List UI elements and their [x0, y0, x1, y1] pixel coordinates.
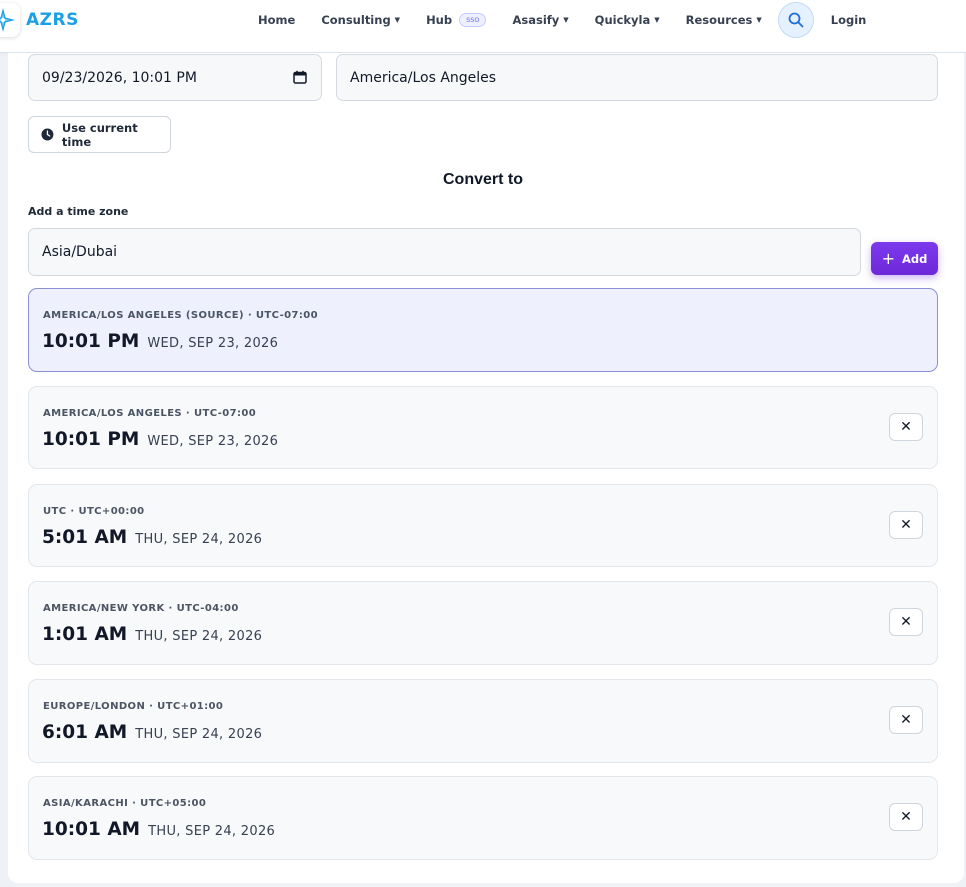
nav-item-label: Hub — [426, 13, 453, 27]
add-timezone-button[interactable]: + Add — [871, 242, 938, 275]
nav-item-consulting[interactable]: Consulting ▼ — [321, 13, 400, 27]
zone-card: AMERICA/NEW YORK · UTC-04:00 1:01 AM THU… — [28, 581, 938, 665]
zone-card: AMERICA/LOS ANGELES · UTC-07:00 10:01 PM… — [28, 386, 938, 469]
zone-meta: EUROPE/LONDON · UTC+01:00 — [43, 701, 224, 712]
plus-icon: + — [881, 249, 896, 268]
nav-item-label: Asasify — [512, 13, 560, 27]
add-timezone-value: Asia/Dubai — [42, 244, 118, 260]
nav-item-home[interactable]: Home — [258, 13, 295, 27]
compass-star-icon — [0, 3, 20, 37]
zone-time-display: 5:01 AM THU, SEP 24, 2026 — [42, 527, 262, 548]
sso-badge: SSO — [459, 13, 487, 27]
zone-meta: AMERICA/NEW YORK · UTC-04:00 — [43, 603, 239, 614]
zone-card: UTC · UTC+00:00 5:01 AM THU, SEP 24, 202… — [28, 484, 938, 567]
remove-zone-button[interactable]: ✕ — [889, 608, 923, 636]
add-button-label: Add — [902, 251, 928, 266]
nav-item-label: Resources — [685, 13, 753, 27]
remove-zone-button[interactable]: ✕ — [889, 511, 923, 539]
nav-item-label: Quickyla — [594, 13, 651, 27]
zone-time: 5:01 AM — [42, 527, 128, 548]
close-icon: ✕ — [900, 419, 912, 435]
convert-to-title: Convert to — [443, 171, 523, 188]
chevron-down-icon: ▼ — [654, 16, 660, 24]
zone-time: 6:01 AM — [42, 722, 128, 743]
zone-meta: UTC · UTC+00:00 — [43, 506, 145, 517]
zone-meta: AMERICA/LOS ANGELES · UTC-07:00 — [43, 408, 257, 419]
zone-time: 1:01 AM — [42, 624, 128, 645]
close-icon: ✕ — [900, 712, 912, 728]
login-label: Login — [830, 13, 867, 27]
zone-time-display: 10:01 PM WED, SEP 23, 2026 — [42, 331, 278, 352]
close-icon: ✕ — [900, 614, 912, 630]
close-icon: ✕ — [900, 517, 912, 533]
clock-icon — [41, 128, 54, 141]
top-navbar: AZRS Home Consulting ▼ Hub SSO Asasify ▼… — [0, 0, 966, 53]
add-timezone-input[interactable]: Asia/Dubai — [28, 228, 861, 276]
zone-date: THU, SEP 24, 2026 — [135, 727, 263, 742]
login-link[interactable]: Login — [831, 13, 867, 27]
zone-time-display: 1:01 AM THU, SEP 24, 2026 — [42, 624, 262, 645]
nav-item-hub[interactable]: Hub SSO — [426, 13, 487, 27]
zone-card: ASIA/KARACHI · UTC+05:00 10:01 AM THU, S… — [28, 776, 938, 860]
search-icon — [788, 12, 804, 28]
search-button[interactable] — [777, 2, 814, 38]
chevron-down-icon: ▼ — [563, 16, 569, 24]
zone-time-display: 6:01 AM THU, SEP 24, 2026 — [42, 722, 262, 743]
zone-date: WED, SEP 23, 2026 — [147, 434, 279, 449]
source-timezone-value: America/Los Angeles — [350, 69, 497, 86]
remove-zone-button[interactable]: ✕ — [889, 803, 923, 831]
zone-date: THU, SEP 24, 2026 — [135, 532, 263, 547]
zone-time-display: 10:01 PM WED, SEP 23, 2026 — [42, 429, 278, 450]
nav-menu: Home Consulting ▼ Hub SSO Asasify ▼ Quic… — [258, 0, 866, 40]
zone-card-source: AMERICA/LOS ANGELES (SOURCE) · UTC-07:00… — [28, 288, 938, 372]
zone-time: 10:01 AM — [42, 819, 141, 840]
use-current-time-label: Use current time — [61, 120, 138, 149]
zone-date: THU, SEP 24, 2026 — [148, 824, 276, 839]
zone-time: 10:01 PM — [42, 331, 140, 352]
remove-zone-button[interactable]: ✕ — [889, 706, 923, 734]
close-icon: ✕ — [900, 809, 912, 825]
nav-item-quickyla[interactable]: Quickyla ▼ — [595, 13, 660, 27]
nav-item-label: Home — [258, 13, 296, 27]
zone-date: THU, SEP 24, 2026 — [135, 629, 263, 644]
datetime-input[interactable]: 09/23/2026, 10:01 PM — [28, 54, 322, 101]
nav-item-asasify[interactable]: Asasify ▼ — [512, 13, 568, 27]
calendar-icon[interactable] — [293, 70, 307, 88]
zone-card: EUROPE/LONDON · UTC+01:00 6:01 AM THU, S… — [28, 679, 938, 763]
zone-time: 10:01 PM — [42, 429, 140, 450]
nav-item-label: Consulting — [321, 13, 391, 27]
chevron-down-icon: ▼ — [394, 16, 401, 24]
source-timezone-input[interactable]: America/Los Angeles — [336, 54, 938, 101]
add-zone-label: Add a time zone — [28, 205, 129, 218]
brand-name: AZRS — [26, 10, 79, 30]
chevron-down-icon: ▼ — [756, 16, 762, 24]
use-current-time-button[interactable]: Use current time — [28, 116, 171, 153]
zone-meta: AMERICA/LOS ANGELES (SOURCE) · UTC-07:00 — [43, 310, 318, 321]
brand-logo[interactable]: AZRS — [0, 3, 79, 37]
zone-time-display: 10:01 AM THU, SEP 24, 2026 — [42, 819, 275, 840]
converter-panel: 09/23/2026, 10:01 PM America/Los Angeles… — [8, 53, 964, 883]
nav-item-resources[interactable]: Resources ▼ — [686, 13, 762, 27]
datetime-value: 09/23/2026, 10:01 PM — [42, 69, 197, 86]
zone-meta: ASIA/KARACHI · UTC+05:00 — [43, 798, 207, 809]
remove-zone-button[interactable]: ✕ — [889, 413, 923, 441]
zone-date: WED, SEP 23, 2026 — [147, 336, 279, 351]
